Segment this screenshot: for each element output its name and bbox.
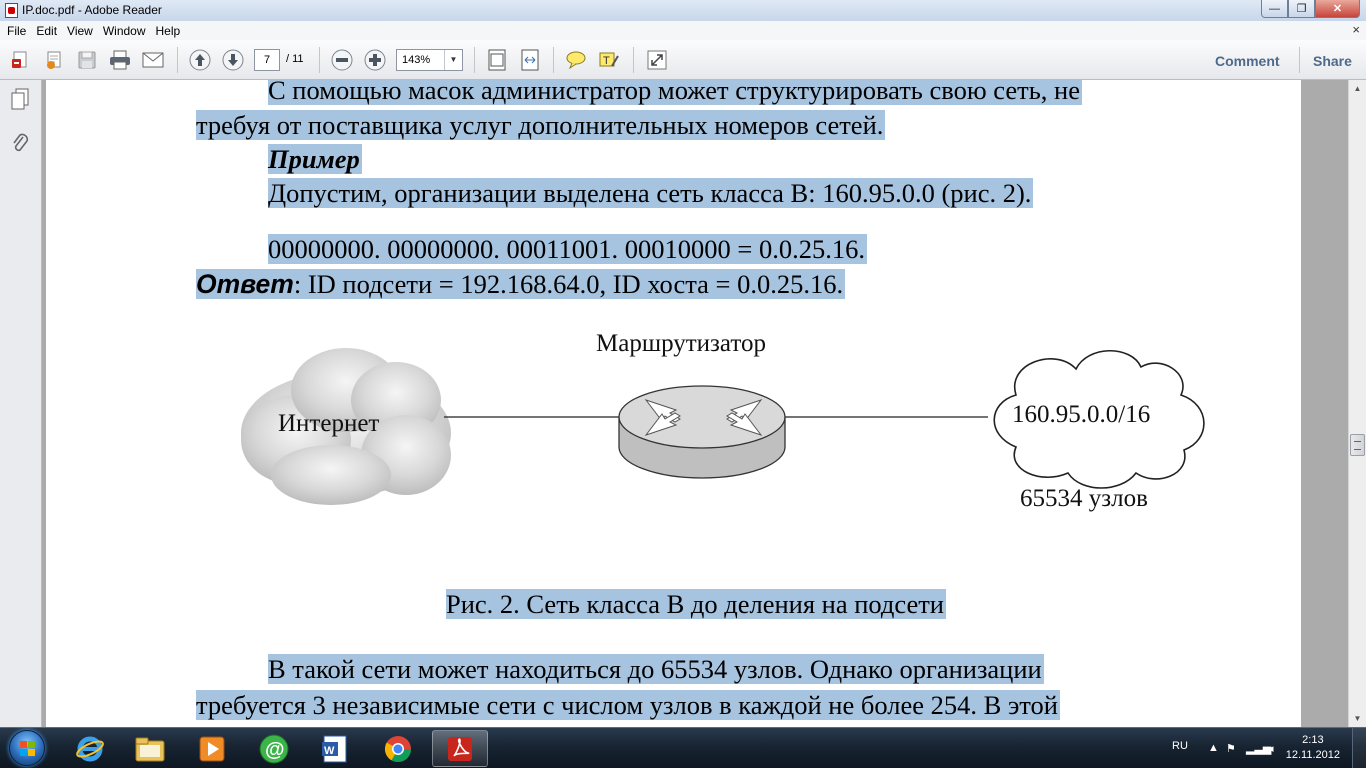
page-thumbnails-icon[interactable] xyxy=(9,88,31,110)
volume-icon[interactable]: ◂ xyxy=(1268,742,1274,755)
mail-agent-icon[interactable]: @ xyxy=(246,730,302,767)
menu-help[interactable]: Help xyxy=(151,24,186,38)
pdf-document-icon xyxy=(5,3,18,18)
toolbar-separator xyxy=(319,47,320,73)
close-button[interactable]: ✕ xyxy=(1315,0,1360,18)
paragraph-line: Допустим, организации выделена сеть клас… xyxy=(268,177,1034,210)
attachments-icon[interactable] xyxy=(9,132,31,154)
page-number-input[interactable]: 7 xyxy=(254,49,280,71)
scroll-up-icon[interactable]: ▲ xyxy=(1349,80,1366,97)
example-heading: Пример xyxy=(268,143,362,176)
toolbar: 7 / 11 143% ▼ T Comment Share xyxy=(0,40,1366,80)
fit-page-icon[interactable] xyxy=(484,48,510,72)
scroll-thumb[interactable] xyxy=(1350,434,1365,456)
start-button[interactable] xyxy=(2,728,52,768)
maximize-button[interactable]: ❐ xyxy=(1288,0,1315,18)
minimize-button[interactable]: — xyxy=(1261,0,1288,18)
answer-text: : ID подсети = 192.168.64.0, ID хоста = … xyxy=(293,269,844,299)
highlighted-text: Допустим, организации выделена сеть клас… xyxy=(268,178,1034,208)
show-desktop-button[interactable] xyxy=(1352,728,1366,768)
figure-caption: Рис. 2. Сеть класса В до деления на подс… xyxy=(446,588,946,621)
media-player-icon[interactable] xyxy=(184,730,240,767)
sticky-note-icon[interactable] xyxy=(563,48,589,72)
navigation-panel xyxy=(0,80,42,727)
create-pdf-icon[interactable] xyxy=(8,48,34,72)
highlighted-text: Рис. 2. Сеть класса В до деления на подс… xyxy=(446,589,946,619)
paragraph-line: В такой сети может находиться до 65534 у… xyxy=(268,653,1044,686)
file-explorer-icon[interactable] xyxy=(122,730,178,767)
highlighted-text: требуя от поставщика услуг дополнительны… xyxy=(196,110,886,140)
zoom-select[interactable]: 143% ▼ xyxy=(396,49,463,71)
adobe-reader-icon[interactable] xyxy=(432,730,488,767)
word-icon[interactable]: W xyxy=(308,730,364,767)
highlighted-text: С помощью масок администратор может стру… xyxy=(268,80,1082,105)
paragraph-line: С помощью масок администратор может стру… xyxy=(268,80,1082,107)
email-icon[interactable] xyxy=(140,48,166,72)
toolbar-separator xyxy=(474,47,475,73)
action-center-flag-icon[interactable]: ⚑ xyxy=(1226,742,1236,755)
menu-edit[interactable]: Edit xyxy=(31,24,62,38)
zoom-value: 143% xyxy=(402,54,431,66)
previous-page-icon[interactable] xyxy=(187,48,213,72)
svg-text:@: @ xyxy=(265,739,285,761)
window-title: IP.doc.pdf - Adobe Reader xyxy=(22,3,162,17)
menu-view[interactable]: View xyxy=(62,24,98,38)
zoom-in-icon[interactable] xyxy=(362,48,388,72)
window-title-bar[interactable]: IP.doc.pdf - Adobe Reader — ❐ ✕ xyxy=(0,0,1366,21)
menu-file[interactable]: File xyxy=(2,24,31,38)
comment-button[interactable]: Comment xyxy=(1215,53,1280,69)
binary-line: 00000000. 00000000. 00011001. 00010000 =… xyxy=(268,233,867,266)
chevron-down-icon[interactable]: ▼ xyxy=(444,50,462,70)
example-heading-text: Пример xyxy=(268,144,360,174)
internet-explorer-icon[interactable] xyxy=(62,730,118,767)
pdf-page[interactable]: С помощью масок администратор может стру… xyxy=(46,80,1301,727)
menu-window[interactable]: Window xyxy=(98,24,151,38)
network-address-label: 160.95.0.0/16 xyxy=(1012,401,1151,428)
svg-text:W: W xyxy=(324,745,335,757)
language-indicator[interactable]: RU xyxy=(1172,740,1188,752)
menu-bar: File Edit View Window Help × xyxy=(0,21,1366,40)
chrome-icon[interactable] xyxy=(370,730,426,767)
edit-document-icon[interactable] xyxy=(41,48,67,72)
clock[interactable]: 2:13 12.11.2012 xyxy=(1286,733,1340,763)
clock-time: 2:13 xyxy=(1302,734,1324,746)
document-view[interactable]: С помощью масок администратор может стру… xyxy=(43,80,1348,727)
zoom-out-icon[interactable] xyxy=(329,48,355,72)
internet-label: Интернет xyxy=(278,410,380,437)
share-button[interactable]: Share xyxy=(1313,53,1352,69)
taskbar: @ W RU ▲ ⚑ ▂▃▅ ◂ 2:13 12.11.2012 xyxy=(0,727,1366,768)
vertical-scrollbar[interactable]: ▲ ▼ xyxy=(1348,80,1366,727)
highlighted-text: В такой сети может находиться до 65534 у… xyxy=(268,654,1044,684)
answer-label: Ответ xyxy=(196,269,294,299)
toolbar-separator xyxy=(633,47,634,73)
highlight-text-icon[interactable]: T xyxy=(596,48,622,72)
toolbar-separator xyxy=(177,47,178,73)
window-controls: — ❐ ✕ xyxy=(1261,0,1360,18)
toolbar-separator xyxy=(553,47,554,73)
paragraph-line: требуя от поставщика услуг дополнительны… xyxy=(196,109,886,142)
fit-width-icon[interactable] xyxy=(517,48,543,72)
expand-icon[interactable] xyxy=(644,48,670,72)
hosts-count-label: 65534 узлов xyxy=(1020,485,1148,512)
paragraph-line: требуется 3 независимые сети с числом уз… xyxy=(196,689,1060,722)
print-icon[interactable] xyxy=(107,48,133,72)
next-page-icon[interactable] xyxy=(220,48,246,72)
close-document-icon[interactable]: × xyxy=(1352,22,1360,37)
highlighted-text: требуется 3 независимые сети с числом уз… xyxy=(196,690,1060,720)
show-hidden-icons-icon[interactable]: ▲ xyxy=(1208,742,1219,754)
clock-date: 12.11.2012 xyxy=(1285,749,1340,761)
highlighted-text: 00000000. 00000000. 00011001. 00010000 =… xyxy=(268,234,867,264)
router-label: Маршрутизатор xyxy=(596,330,766,357)
answer-line: Ответ: ID подсети = 192.168.64.0, ID хос… xyxy=(196,268,846,301)
scroll-down-icon[interactable]: ▼ xyxy=(1349,710,1366,727)
windows-logo-icon xyxy=(9,730,45,766)
router-icon xyxy=(618,385,786,479)
save-icon[interactable] xyxy=(74,48,100,72)
toolbar-separator xyxy=(1299,47,1300,73)
svg-text:T: T xyxy=(603,55,610,67)
page-total: / 11 xyxy=(286,53,304,65)
